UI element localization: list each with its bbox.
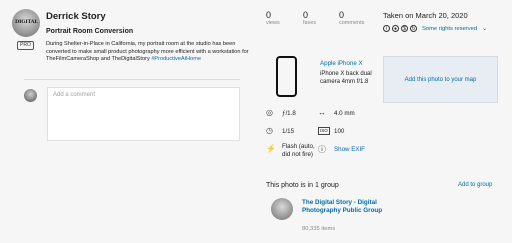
- comments-count: 0: [339, 10, 345, 20]
- show-exif-link[interactable]: Show EXIF: [334, 146, 365, 153]
- add-to-group-button[interactable]: Add to group: [458, 182, 492, 188]
- iso-icon: ISO: [318, 127, 330, 135]
- photo-description: During Shelter-in-Place in California, m…: [46, 41, 254, 64]
- faves-stat: 0 faves: [303, 10, 316, 26]
- license[interactable]: i ● $ ↻ Some rights reserved ⌄: [383, 25, 487, 32]
- comment-placeholder: Add a comment: [53, 92, 96, 98]
- flash-value: Flash (auto, did not fire): [282, 143, 315, 158]
- faves-count: 0: [303, 10, 309, 20]
- faves-label: faves: [303, 20, 317, 26]
- hashtag-link[interactable]: #ProductiveAtHome: [151, 56, 201, 62]
- add-to-map[interactable]: Add this photo to your map: [383, 56, 498, 103]
- camera-lens: iPhone X back dual camera 4mm f/1.8: [320, 71, 372, 85]
- groups-heading: This photo is in 1 group: [266, 182, 339, 189]
- focal-length-icon: ↔: [318, 108, 326, 117]
- group-count: 80,335 items: [302, 226, 336, 232]
- shutter-value: 1/15: [282, 128, 295, 135]
- camera-name[interactable]: Apple iPhone X: [320, 60, 363, 67]
- divider: [24, 79, 240, 80]
- comment-input[interactable]: Add a comment: [47, 87, 240, 141]
- views-count: 0: [266, 10, 272, 20]
- aperture-value: ƒ/1.8: [282, 110, 296, 117]
- aperture-icon: ◎: [266, 108, 273, 117]
- views-label: views: [266, 20, 280, 26]
- flash-icon: ⚡: [266, 144, 276, 153]
- photo-title: Portrait Room Conversion: [46, 28, 134, 35]
- comments-label: comments: [339, 20, 365, 26]
- comments-stat: 0 comments: [339, 10, 364, 26]
- info-icon: i: [383, 25, 390, 32]
- phone-icon: [276, 56, 297, 97]
- group-name[interactable]: The Digital Story - Digital Photography …: [302, 199, 384, 215]
- owner-avatar[interactable]: DIGITAL: [12, 9, 40, 37]
- taken-date[interactable]: Taken on March 20, 2020: [383, 11, 468, 20]
- cc-nc-icon: $: [401, 25, 408, 32]
- avatar-logo-text: DIGITAL: [15, 19, 38, 25]
- shutter-icon: ◷: [266, 126, 273, 135]
- info-icon: ⓘ: [318, 145, 326, 154]
- chevron-down-icon: ⌄: [482, 25, 487, 32]
- iso-value: 100: [334, 128, 345, 135]
- owner-name[interactable]: Derrick Story: [46, 11, 106, 22]
- description-text: During Shelter-in-Place in California, m…: [46, 41, 249, 63]
- map-label: Add this photo to your map: [404, 76, 477, 83]
- pro-badge: PRO: [17, 41, 34, 50]
- commenter-avatar: [24, 89, 37, 102]
- focal-length-value: 4.0 mm: [334, 110, 355, 117]
- cc-by-icon: ●: [392, 25, 399, 32]
- views-stat: 0 views: [266, 10, 280, 26]
- group-avatar[interactable]: [271, 198, 293, 220]
- cc-sa-icon: ↻: [410, 25, 417, 32]
- license-link[interactable]: Some rights reserved: [422, 26, 477, 32]
